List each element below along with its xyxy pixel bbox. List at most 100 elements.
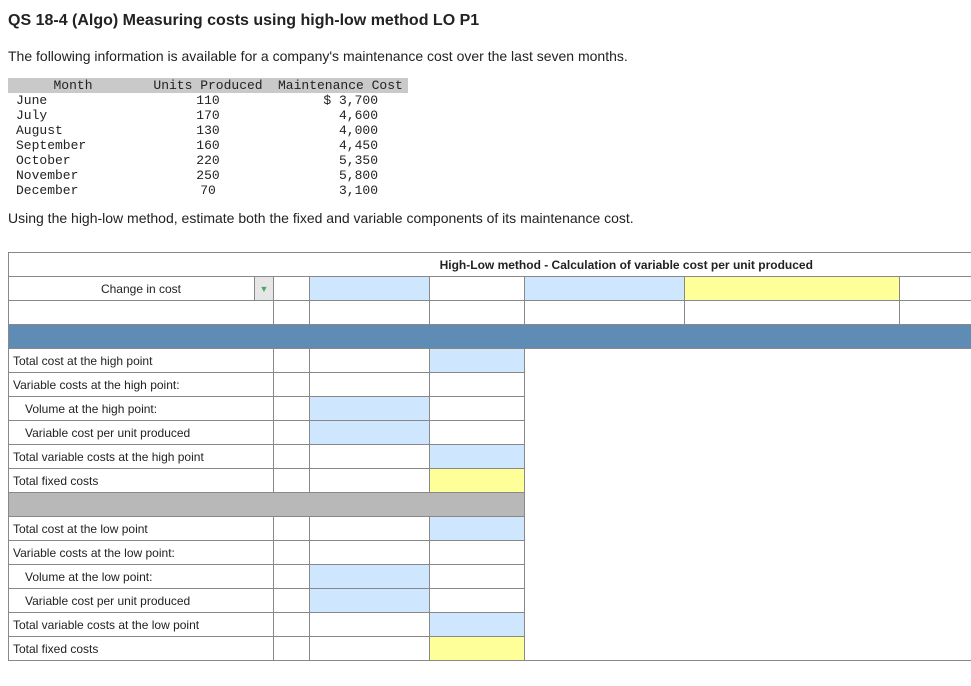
cell-month: September: [8, 138, 138, 153]
cell-month: November: [8, 168, 138, 183]
cell-units: 70: [138, 183, 278, 198]
label-high-tfix: Total fixed costs: [9, 469, 274, 493]
input-cell[interactable]: [525, 277, 685, 301]
cell[interactable]: [430, 277, 525, 301]
cell-month: June: [8, 93, 138, 108]
instruction-text: Using the high-low method, estimate both…: [8, 210, 963, 226]
input-cell[interactable]: [310, 565, 430, 589]
cell[interactable]: [900, 277, 971, 301]
label-low-tvar: Total variable costs at the low point: [9, 613, 274, 637]
cell[interactable]: [274, 589, 310, 613]
cell-units: 160: [138, 138, 278, 153]
cell[interactable]: [310, 373, 430, 397]
input-cell[interactable]: [310, 277, 430, 301]
cell-month: August: [8, 123, 138, 138]
label-low-vol: Volume at the low point:: [9, 565, 274, 589]
cell[interactable]: [274, 373, 310, 397]
cell-units: 250: [138, 168, 278, 183]
change-in-cost-dropdown[interactable]: Change in cost ▼: [9, 277, 274, 301]
intro-text: The following information is available f…: [8, 48, 963, 64]
label-low-tfix: Total fixed costs: [9, 637, 274, 661]
cell[interactable]: [274, 349, 310, 373]
input-cell[interactable]: [310, 421, 430, 445]
col-header-month: Month: [8, 78, 138, 93]
input-cell[interactable]: [310, 397, 430, 421]
cell[interactable]: [274, 637, 310, 661]
cell[interactable]: [274, 613, 310, 637]
label-high-tvar: Total variable costs at the high point: [9, 445, 274, 469]
cell-units: 170: [138, 108, 278, 123]
cell[interactable]: [9, 301, 274, 325]
result-cell[interactable]: [685, 277, 900, 301]
input-cell[interactable]: [430, 517, 525, 541]
cell-month: July: [8, 108, 138, 123]
cell[interactable]: [274, 445, 310, 469]
cell[interactable]: [430, 565, 525, 589]
cell[interactable]: [685, 301, 900, 325]
cell-month: October: [8, 153, 138, 168]
sheet-header-row: High-Low method - Calculation of variabl…: [9, 253, 971, 277]
input-cell[interactable]: [430, 613, 525, 637]
input-cell[interactable]: [430, 349, 525, 373]
cell[interactable]: [310, 541, 430, 565]
label-high-var-head: Variable costs at the high point:: [9, 373, 274, 397]
cell-cost: 4,450: [278, 138, 408, 153]
input-cell[interactable]: [430, 445, 525, 469]
cell[interactable]: [430, 541, 525, 565]
cell-cost: 5,800: [278, 168, 408, 183]
cell[interactable]: [310, 517, 430, 541]
cell[interactable]: [310, 349, 430, 373]
table-row: November2505,800: [8, 168, 408, 183]
result-cell[interactable]: [430, 637, 525, 661]
label-var-unit-low: Variable cost per unit produced: [9, 589, 274, 613]
label-low-var-head: Variable costs at the low point:: [9, 541, 274, 565]
cell[interactable]: [310, 637, 430, 661]
dropdown-value: Change in cost: [101, 282, 181, 296]
cell[interactable]: [430, 421, 525, 445]
cell[interactable]: [274, 421, 310, 445]
cell-units: 220: [138, 153, 278, 168]
page-title: QS 18-4 (Algo) Measuring costs using hig…: [8, 12, 963, 30]
cell-units: 110: [138, 93, 278, 108]
chevron-down-icon[interactable]: ▼: [254, 276, 274, 301]
table-row: October2205,350: [8, 153, 408, 168]
divider-row: [9, 325, 971, 349]
cell[interactable]: [274, 517, 310, 541]
worksheet: High-Low method - Calculation of variabl…: [8, 252, 971, 661]
table-row: July1704,600: [8, 108, 408, 123]
col-header-units: Units Produced: [138, 78, 278, 93]
cell[interactable]: [310, 613, 430, 637]
cell[interactable]: [274, 565, 310, 589]
cell[interactable]: [430, 373, 525, 397]
cell[interactable]: [274, 301, 310, 325]
label-low-total: Total cost at the low point: [9, 517, 274, 541]
cell[interactable]: [430, 397, 525, 421]
cell-cost: $ 3,700: [278, 93, 408, 108]
label-high-total: Total cost at the high point: [9, 349, 274, 373]
cell[interactable]: [310, 301, 430, 325]
cell[interactable]: [274, 469, 310, 493]
cell[interactable]: [430, 301, 525, 325]
sheet-header: High-Low method - Calculation of variabl…: [274, 253, 971, 277]
cell[interactable]: [310, 445, 430, 469]
cell[interactable]: [310, 469, 430, 493]
cell[interactable]: [430, 589, 525, 613]
cell-cost: 3,100: [278, 183, 408, 198]
data-table: Month Units Produced Maintenance Cost Ju…: [8, 78, 408, 198]
cell[interactable]: [274, 397, 310, 421]
result-cell[interactable]: [430, 469, 525, 493]
cell[interactable]: [274, 541, 310, 565]
cell-cost: 5,350: [278, 153, 408, 168]
cell[interactable]: [900, 301, 971, 325]
op-cell[interactable]: [274, 277, 310, 301]
cell[interactable]: [525, 301, 685, 325]
input-cell[interactable]: [310, 589, 430, 613]
col-header-cost: Maintenance Cost: [278, 78, 408, 93]
cell-month: December: [8, 183, 138, 198]
table-row: December703,100: [8, 183, 408, 198]
label-high-vol: Volume at the high point:: [9, 397, 274, 421]
table-row: August1304,000: [8, 123, 408, 138]
divider-row: [9, 493, 971, 517]
table-row: September1604,450: [8, 138, 408, 153]
table-row: June110$ 3,700: [8, 93, 408, 108]
